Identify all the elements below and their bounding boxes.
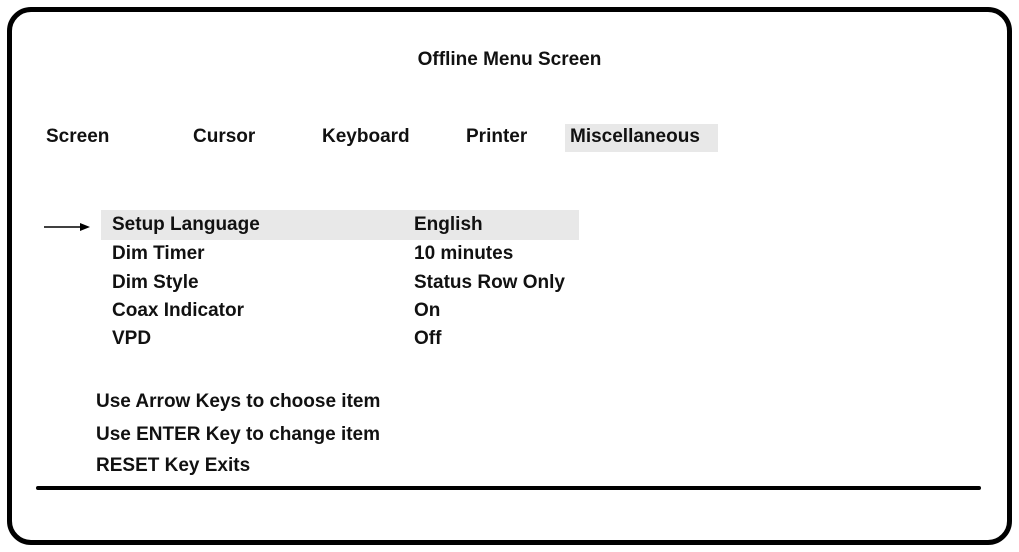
instruction-arrow-keys: Use Arrow Keys to choose item: [96, 391, 381, 412]
right-arrow-icon: [44, 223, 90, 231]
instruction-enter-key: Use ENTER Key to change item: [96, 424, 381, 445]
tab-printer[interactable]: Printer: [466, 124, 527, 152]
tab-miscellaneous[interactable]: Miscellaneous: [565, 124, 718, 152]
coax-indicator-label[interactable]: Coax Indicator: [112, 300, 244, 322]
dim-style-label[interactable]: Dim Style: [112, 272, 199, 294]
tab-screen[interactable]: Screen: [46, 124, 109, 152]
setup-language-label[interactable]: Setup Language: [112, 214, 260, 236]
dim-timer-value[interactable]: 10 minutes: [414, 243, 513, 265]
coax-indicator-value[interactable]: On: [414, 300, 440, 322]
vpd-label[interactable]: VPD: [112, 328, 151, 350]
tab-cursor[interactable]: Cursor: [193, 124, 255, 152]
tab-keyboard[interactable]: Keyboard: [322, 124, 410, 152]
vpd-value[interactable]: Off: [414, 328, 441, 350]
status-divider: [36, 486, 981, 490]
setup-language-value[interactable]: English: [414, 214, 483, 236]
instruction-reset-key: RESET Key Exits: [96, 455, 251, 476]
page-title: Offline Menu Screen: [417, 49, 602, 70]
dim-timer-label[interactable]: Dim Timer: [112, 243, 205, 265]
dim-style-value[interactable]: Status Row Only: [414, 272, 565, 294]
